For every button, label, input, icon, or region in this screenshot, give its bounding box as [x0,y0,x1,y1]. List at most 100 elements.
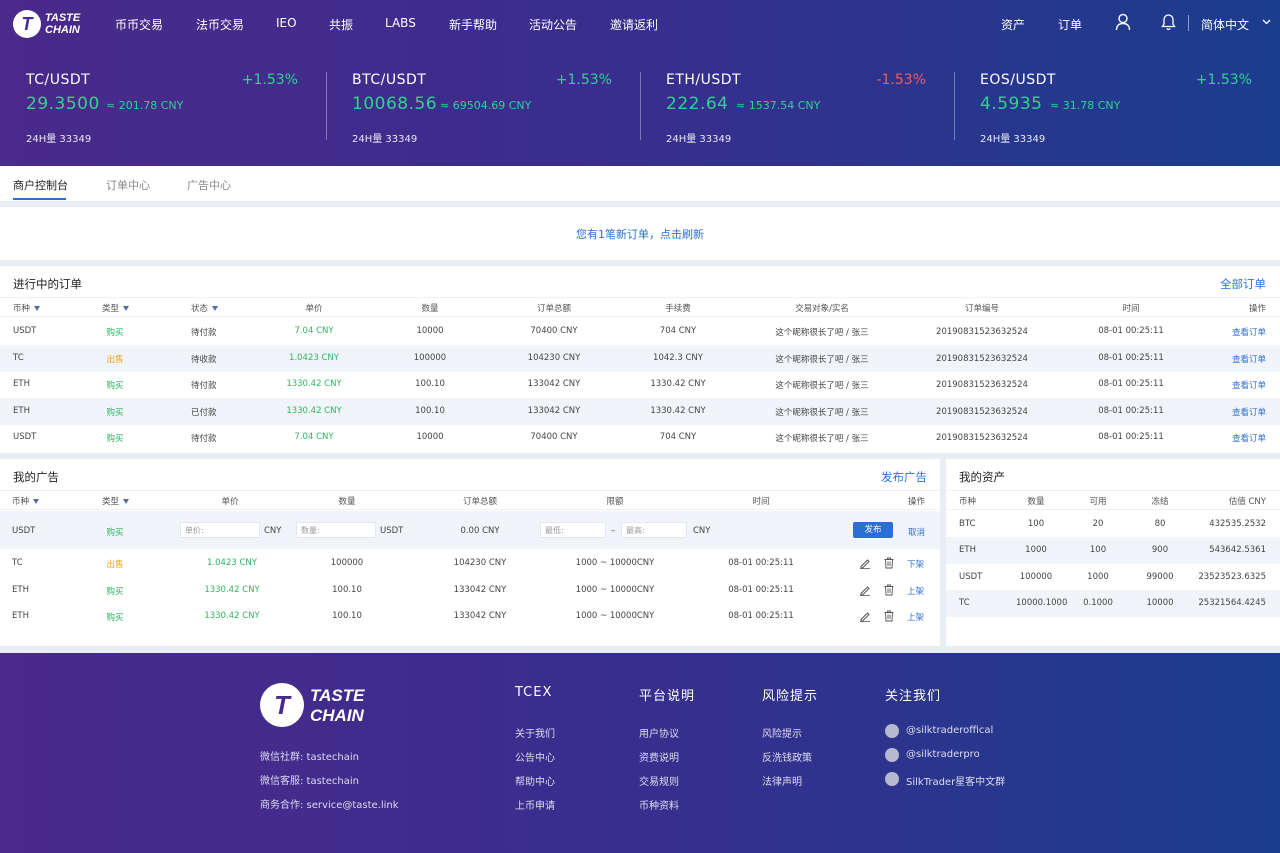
cell: 80 [1154,519,1166,529]
trash-icon[interactable] [883,610,895,625]
ticker-btc-usdt[interactable]: BTC/USDT +1.53% 10068.56 ≈ 69504.69 CNY … [352,46,612,166]
nav-item-fiat-trade[interactable]: 法币交易 [196,16,244,33]
toggle-listing-link[interactable]: 上架 [907,611,924,623]
edit-icon[interactable] [859,584,871,599]
nav-item-ieo[interactable]: IEO [276,16,297,30]
footer-logo-line1: TASTE [310,686,365,705]
logo-line1: TASTE [45,12,81,24]
nav-assets[interactable]: 资产 [1001,16,1025,33]
ads-panel: 我的广告 发布广告 币种 类型 单价 数量 订单总额 限额 时间 操作 USDT… [0,459,940,646]
filter-coin[interactable]: 币种 [12,495,40,507]
col-total: 订单总额 [462,497,497,507]
all-orders-link[interactable]: 全部订单 [1220,276,1266,292]
footer-link[interactable]: 帮助中心 [515,773,555,788]
view-order-link[interactable]: 查看订单 [1232,379,1266,391]
cell: 7.04 CNY [294,326,334,336]
ticker-price: 29.3500 [26,94,100,114]
new-ad-type[interactable]: 购买 [95,526,135,538]
footer-social-link[interactable]: @silktraderpro [906,749,980,760]
ticker-eth-usdt[interactable]: ETH/USDT -1.53% 222.64 ≈ 1537.54 CNY 24H… [666,46,926,166]
footer-link[interactable]: 反洗钱政策 [762,749,812,764]
footer-social-link[interactable]: SilkTrader星客中文群 [906,773,1005,788]
footer-wechat-group: 微信社群: tastechain [260,752,359,763]
col-coin: 币种 [12,497,30,507]
cell: 购买 [106,407,124,418]
footer-logo-mark: T [260,683,304,727]
nav-item-invite[interactable]: 邀请返利 [610,16,658,33]
active-tab-indicator [13,198,66,200]
footer-link[interactable]: 上币申请 [515,797,555,812]
nav-item-resonance[interactable]: 共振 [329,16,353,33]
cell: 待收款 [191,354,217,365]
view-order-link[interactable]: 查看订单 [1232,406,1266,418]
cell: 1330.42 CNY [286,379,342,390]
publish-button[interactable]: 发布 [853,522,893,538]
filter-coin[interactable]: 币种 [13,302,41,314]
language-select[interactable]: 简体中文 [1201,16,1249,33]
cell: 100 [1089,545,1107,556]
col-action: 操作 [907,497,925,507]
bell-icon[interactable] [1161,13,1176,31]
filter-type[interactable]: 类型 [102,302,130,314]
view-order-link[interactable]: 查看订单 [1232,326,1266,338]
nav-item-announcements[interactable]: 活动公告 [529,16,577,33]
ticker-eos-usdt[interactable]: EOS/USDT +1.53% 4.5935 ≈ 31.78 CNY 24H量 … [980,46,1252,166]
ticker-volume: 24H量 33349 [352,134,418,145]
footer-link[interactable]: 关于我们 [515,725,555,740]
footer-link[interactable]: 法律声明 [762,773,802,788]
cell: 100000 [413,352,447,363]
filter-status[interactable]: 状态 [191,302,219,314]
quantity-unit: USDT [380,526,404,536]
edit-icon[interactable] [859,610,871,625]
table-row: TC 10000.1000 0.1000 10000 25321564.4245 [946,589,1280,617]
view-order-link[interactable]: 查看订单 [1232,432,1266,444]
ticker-change: +1.53% [555,72,612,88]
cell: 432535.2532 [1209,519,1266,529]
edit-icon[interactable] [859,557,871,572]
filter-type[interactable]: 类型 [102,495,130,507]
cell: 这个昵称很长了吧 / 张三 [775,381,869,392]
new-ad-coin[interactable]: USDT [12,526,35,536]
nav-orders[interactable]: 订单 [1058,16,1082,33]
chevron-down-icon[interactable] [1262,19,1271,25]
cancel-button[interactable]: 取消 [908,526,925,538]
min-limit-input[interactable]: 最低: [540,522,606,538]
price-input[interactable]: 单价: [180,522,260,538]
tab-bar: 商户控制台 订单中心 广告中心 [0,166,1280,201]
tab-ad-center[interactable]: 广告中心 [187,177,231,193]
orders-title: 进行中的订单 [13,277,82,291]
footer-link[interactable]: 风险提示 [762,725,802,740]
footer-link[interactable]: 交易规则 [639,773,679,788]
cell: 104230 CNY [453,558,507,568]
brand-logo[interactable]: T TASTE CHAIN [13,9,80,39]
footer-link[interactable]: 币种资料 [639,797,679,812]
quantity-input[interactable]: 数量: [296,522,376,538]
nav-item-labs[interactable]: LABS [385,16,416,30]
trash-icon[interactable] [883,584,895,599]
table-row: ETH 购买 1330.42 CNY 100.10 133042 CNY 1000 ~ 1… [0,603,940,630]
footer-link[interactable]: 资费说明 [639,749,679,764]
user-icon[interactable] [1115,13,1131,31]
max-limit-input[interactable]: 最高: [621,522,687,538]
view-order-link[interactable]: 查看订单 [1232,353,1266,365]
tab-order-center[interactable]: 订单中心 [106,177,150,193]
tab-merchant-console[interactable]: 商户控制台 [13,177,68,193]
footer-link[interactable]: 公告中心 [515,749,555,764]
ticker-pair: ETH/USDT [666,72,742,88]
col-available: 可用 [1089,497,1107,507]
footer-social-link[interactable]: @silktraderoffical [906,725,993,736]
cell: 100.10 [415,405,445,416]
nav-item-help[interactable]: 新手帮助 [449,16,497,33]
col-time: 时间 [752,497,770,507]
refresh-notice-link[interactable]: 您有1笔新订单，点击刷新 [576,226,704,242]
toggle-listing-link[interactable]: 下架 [907,558,924,570]
cell: 购买 [106,381,124,392]
trash-icon[interactable] [883,557,895,572]
nav-item-coin-trade[interactable]: 币币交易 [115,16,163,33]
publish-ad-link[interactable]: 发布广告 [881,469,927,485]
col-type: 类型 [102,304,120,314]
footer-link[interactable]: 用户协议 [639,725,679,740]
ticker-tc-usdt[interactable]: TC/USDT +1.53% 29.3500 ≈ 201.78 CNY 24H量… [26,46,298,166]
cell: 出售 [106,560,124,570]
toggle-listing-link[interactable]: 上架 [907,585,924,597]
